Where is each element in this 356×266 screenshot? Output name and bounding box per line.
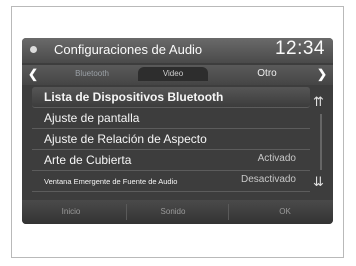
list-item-value: Activado: [257, 153, 296, 164]
screen-title: Configuraciones de Audio: [54, 42, 203, 57]
tab-bluetooth[interactable]: Bluetooth: [62, 69, 122, 78]
list-item-label: Ajuste de pantalla: [44, 111, 140, 125]
chevron-left-icon[interactable]: ❮: [28, 67, 38, 81]
list-item[interactable]: Lista de Dispositivos Bluetooth: [32, 87, 310, 108]
scrollbar[interactable]: ⇈ ⇊: [311, 88, 331, 192]
settings-list: Lista de Dispositivos Bluetooth Ajuste d…: [32, 87, 310, 192]
sound-button[interactable]: Sonido: [138, 207, 208, 216]
divider: [228, 204, 229, 220]
tab-other[interactable]: Otro: [242, 68, 292, 79]
home-button[interactable]: Inicio: [36, 207, 106, 216]
source-indicator-icon: [30, 46, 37, 53]
tab-video[interactable]: Video: [138, 67, 208, 81]
list-item[interactable]: Ajuste de Relación de Aspecto: [32, 129, 310, 150]
tab-bar: ❮ Bluetooth Video Otro ❯: [22, 65, 333, 85]
chevron-right-icon[interactable]: ❯: [317, 67, 327, 81]
list-item-label: Arte de Cubierta: [44, 153, 132, 167]
scroll-down-icon[interactable]: ⇊: [313, 174, 324, 190]
list-item[interactable]: Ventana Emergente de Fuente de Audio Des…: [32, 171, 310, 192]
list-item-label: Ajuste de Relación de Aspecto: [44, 132, 207, 146]
ok-button[interactable]: OK: [250, 207, 320, 216]
list-item[interactable]: Arte de Cubierta Activado: [32, 150, 310, 171]
audio-settings-screen: Configuraciones de Audio 12:34 ❮ Bluetoo…: [22, 38, 333, 224]
list-item[interactable]: Ajuste de pantalla: [32, 108, 310, 129]
scroll-up-icon[interactable]: ⇈: [313, 94, 324, 110]
list-item-value: Desactivado: [240, 174, 296, 185]
title-bar: Configuraciones de Audio 12:34: [22, 38, 333, 63]
scroll-track: [320, 114, 322, 170]
bottom-bar: Inicio Sonido OK: [22, 200, 333, 224]
clock: 12:34: [274, 38, 325, 59]
list-item-label: Lista de Dispositivos Bluetooth: [44, 90, 224, 104]
divider: [126, 204, 127, 220]
list-item-label: Ventana Emergente de Fuente de Audio: [44, 177, 178, 186]
